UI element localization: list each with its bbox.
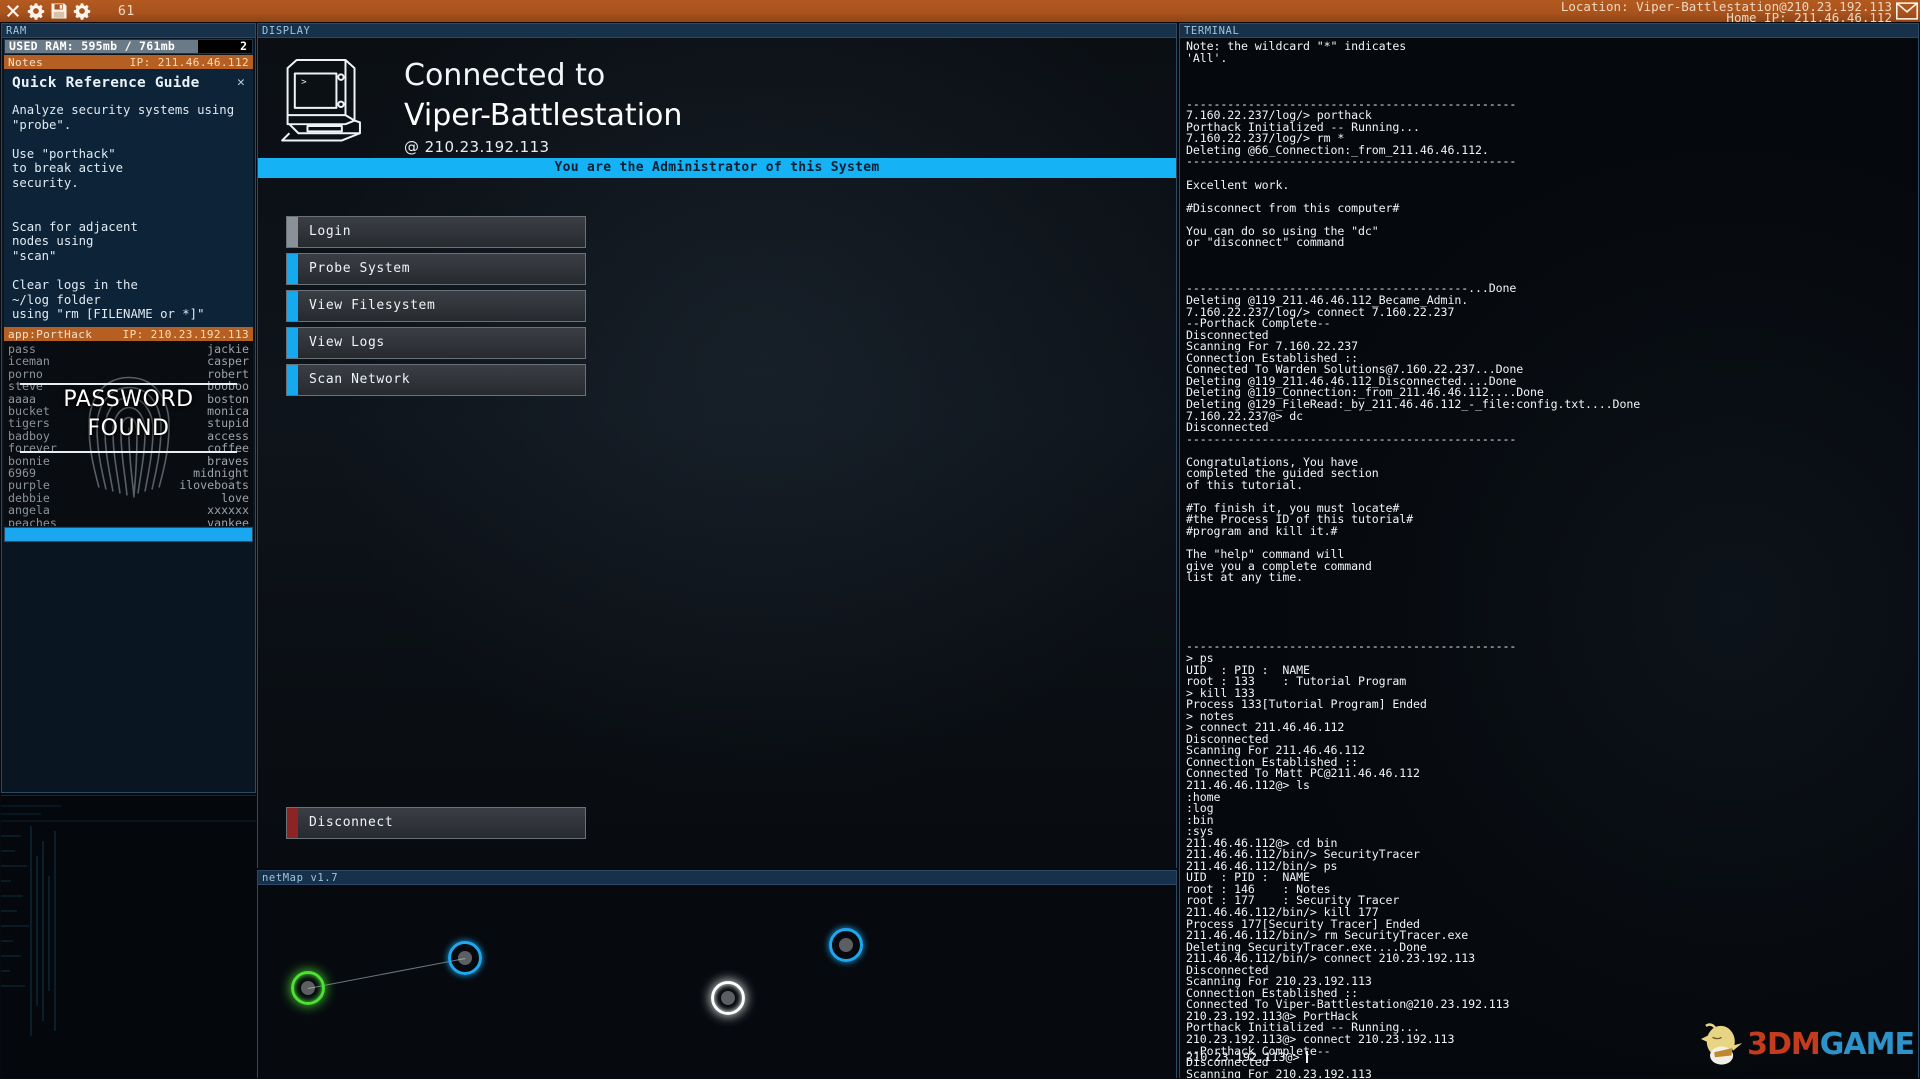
netmap-node-core: [839, 938, 853, 952]
terminal-prompt[interactable]: 210.23.192.113@>: [1186, 1050, 1308, 1064]
display-panel-body: > Connected to Viper-Battlestation @ 210…: [258, 38, 1176, 868]
ram-usage-label: USED RAM: 595mb / 761mb: [9, 39, 176, 53]
close-icon[interactable]: ✕: [237, 75, 245, 90]
porthack-progress-bar: [4, 527, 253, 542]
password-found-rule-bottom: [20, 451, 237, 453]
display-title-group: Connected to Viper-Battlestation @ 210.2…: [404, 50, 682, 158]
disconnect-button[interactable]: Disconnect: [286, 807, 586, 839]
hacknet-app-window: 61 Location: Viper-Battlestation@210.23.…: [0, 0, 1920, 1079]
top-toolbar: 61 Location: Viper-Battlestation@210.23.…: [0, 0, 1920, 23]
password-candidate-right: vankee: [207, 515, 249, 526]
notes-title: Quick Reference Guide: [12, 75, 200, 91]
mail-icon[interactable]: [1896, 2, 1918, 20]
password-candidate-right: casper: [207, 354, 249, 369]
display-panel: DISPLAY > Connected to Viper-Battlestati…: [257, 23, 1177, 868]
netmap-node-core: [301, 981, 315, 995]
location-readout: Location: Viper-Battlestation@210.23.192…: [1561, 0, 1896, 23]
node-white-current[interactable]: [711, 981, 745, 1015]
notes-module-ip: IP: 211.46.46.112: [129, 55, 249, 69]
waveform-graphic: [1, 796, 256, 1078]
admin-status-banner: You are the Administrator of this System: [258, 158, 1176, 178]
notes-module-header[interactable]: Notes IP: 211.46.46.112: [4, 55, 253, 69]
save-icon[interactable]: [50, 2, 68, 20]
ram-panel: RAM USED RAM: 595mb / 761mb 2 Notes IP: …: [1, 23, 256, 793]
display-button-login[interactable]: Login: [286, 216, 586, 248]
display-button-label: Scan Network: [309, 372, 411, 387]
password-candidate-left: angela: [8, 503, 50, 518]
disconnect-label: Disconnect: [309, 815, 394, 830]
node-blue-remote[interactable]: [829, 928, 863, 962]
password-found-line-2: FOUND: [87, 416, 170, 441]
display-button-label: Login: [309, 224, 352, 239]
terminal-prompt-text: 210.23.192.113@>: [1186, 1050, 1300, 1064]
display-button-accent: [287, 254, 298, 284]
computer-icon: >: [281, 58, 361, 142]
terminal-output: Note: the wildcard "*" indicates 'All'. …: [1186, 39, 1641, 1078]
settings-icon[interactable]: [73, 2, 91, 20]
terminal-caret: [1305, 1051, 1308, 1063]
disconnect-button-wrap: Disconnect: [286, 807, 586, 844]
netmap-panel: netMap v1.7: [257, 870, 1177, 1078]
display-action-buttons: Login Probe System View Filesystem View Log…: [258, 178, 1176, 396]
toolbar-icon-group: 61: [0, 2, 135, 20]
disconnect-accent: [287, 808, 298, 838]
password-candidate-left: purple: [8, 478, 50, 493]
terminal-panel: TERMINAL Note: the wildcard "*" indicate…: [1179, 23, 1919, 1078]
display-button-scan-network[interactable]: Scan Network: [286, 364, 586, 396]
porthack-module-header[interactable]: app:PortHack IP: 210.23.192.113: [4, 327, 253, 341]
display-button-label: View Filesystem: [309, 298, 436, 313]
porthack-module-label: app:PortHack: [8, 327, 93, 341]
display-panel-title: DISPLAY: [258, 24, 1176, 38]
display-button-label: View Logs: [309, 335, 385, 350]
display-button-accent: [287, 291, 298, 321]
password-row: iceman casper: [8, 354, 249, 369]
node-green-active[interactable]: [291, 971, 325, 1005]
password-found-banner: PASSWORD FOUND: [4, 385, 253, 443]
ram-module-count: 2: [240, 39, 247, 53]
display-header: > Connected to Viper-Battlestation @ 210…: [258, 38, 1176, 158]
netmap-link: [308, 958, 466, 989]
notes-title-row: Quick Reference Guide ✕: [12, 75, 245, 91]
password-row: peaches vankee: [8, 515, 249, 526]
netmap-node-core: [458, 951, 472, 965]
credits-counter: 61: [118, 3, 135, 19]
node-blue-linked[interactable]: [448, 941, 482, 975]
porthack-body: pass jackie iceman casper porno robert steve bo…: [4, 341, 253, 526]
display-button-probe-system[interactable]: Probe System: [286, 253, 586, 285]
password-candidate-right: xxxxxx: [207, 503, 249, 518]
display-button-accent: [287, 217, 298, 247]
gear-icon[interactable]: [27, 2, 45, 20]
password-row: angela xxxxxx: [8, 503, 249, 518]
terminal-body[interactable]: Note: the wildcard "*" indicates 'All'. …: [1180, 38, 1918, 1078]
password-candidate-right: iloveboats: [179, 478, 249, 493]
password-candidate-left: peaches: [8, 515, 57, 526]
notes-module-label: Notes: [8, 55, 44, 69]
machine-name: Viper-Battlestation: [404, 98, 683, 133]
password-candidate-left: iceman: [8, 354, 50, 369]
password-found-line-1: PASSWORD: [63, 387, 194, 412]
svg-text:>: >: [301, 77, 307, 87]
netmap-canvas[interactable]: [258, 885, 1176, 1078]
display-button-view-logs[interactable]: View Logs: [286, 327, 586, 359]
toolbar-right-group: Location: Viper-Battlestation@210.23.192…: [1561, 0, 1920, 23]
display-button-accent: [287, 365, 298, 395]
netmap-panel-title: netMap v1.7: [258, 871, 1176, 885]
terminal-panel-title: TERMINAL: [1180, 24, 1918, 38]
connected-label: Connected to: [404, 58, 606, 93]
porthack-target-ip: IP: 210.23.192.113: [122, 327, 249, 341]
close-icon[interactable]: [4, 2, 22, 20]
display-button-view-filesystem[interactable]: View Filesystem: [286, 290, 586, 322]
audio-visualizer-panel: [1, 795, 256, 1078]
ram-usage-bar: USED RAM: 595mb / 761mb 2: [4, 39, 253, 54]
display-button-accent: [287, 328, 298, 358]
netmap-node-core: [721, 991, 735, 1005]
display-button-label: Probe System: [309, 261, 411, 276]
ram-panel-title: RAM: [2, 24, 255, 38]
porthack-module[interactable]: app:PortHack IP: 210.23.192.113 pass jack…: [4, 327, 253, 542]
machine-ip: @ 210.23.192.113: [404, 138, 550, 156]
